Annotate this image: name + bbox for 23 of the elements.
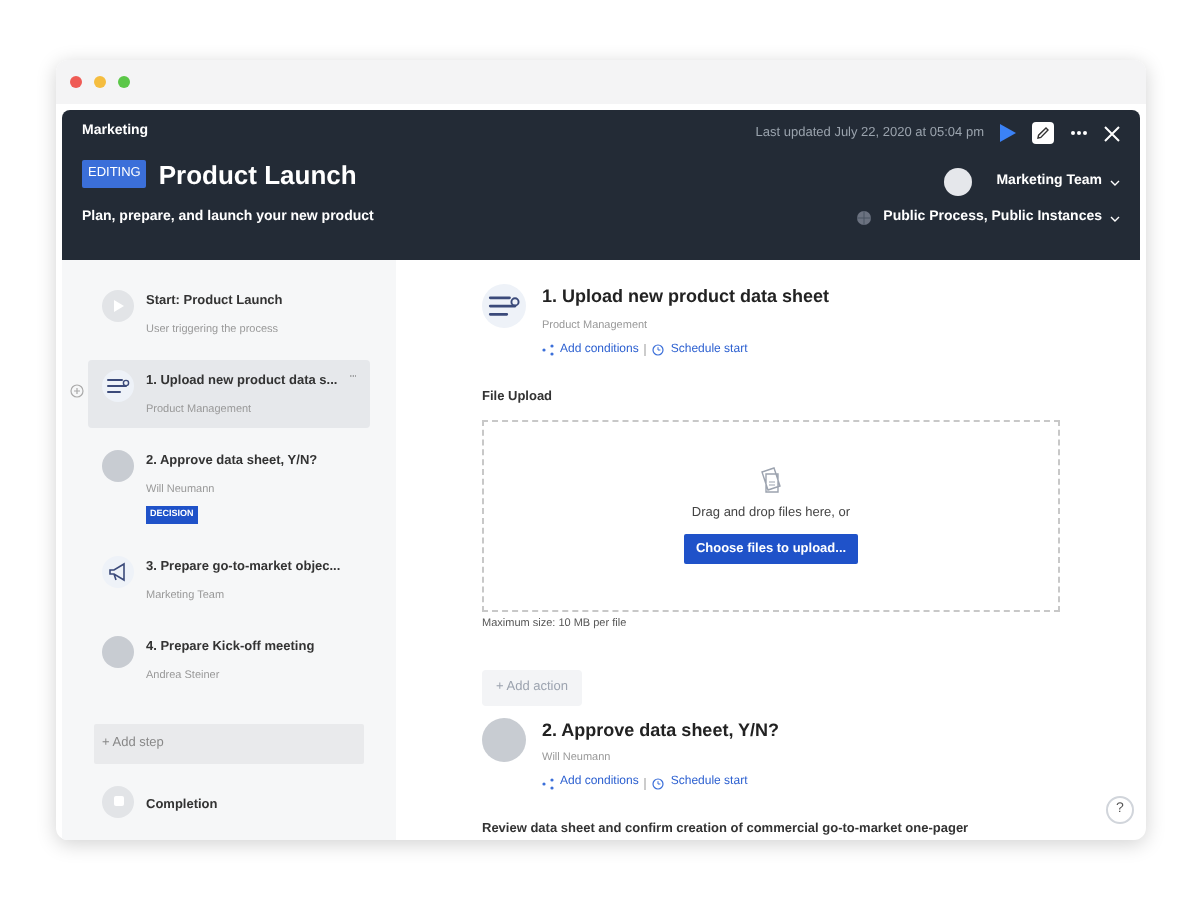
branch-icon: [542, 777, 554, 790]
clock-icon: [652, 344, 665, 357]
close-icon[interactable]: [1104, 125, 1120, 141]
document-icon: [759, 465, 783, 494]
globe-icon: [855, 210, 872, 227]
more-icon[interactable]: [1070, 130, 1088, 136]
add-circle-icon[interactable]: [70, 384, 84, 398]
clock-icon: [652, 777, 665, 790]
step-heading: 2. Approve data sheet, Y/N?: [542, 717, 780, 744]
avatar-icon: [944, 168, 973, 196]
branch-icon: [542, 344, 554, 357]
caret-icon: [1110, 179, 1120, 185]
avatar-photo: [102, 635, 134, 668]
megaphone-icon: [102, 555, 134, 588]
task-icon: [102, 370, 134, 402]
avatar-photo: [482, 717, 526, 761]
task-icon: [482, 284, 526, 328]
step-heading: 1. Upload new product data sheet: [542, 284, 830, 310]
edit-button[interactable]: [1032, 122, 1054, 144]
process-title: Product Launch: [158, 157, 357, 193]
avatar-photo: [102, 450, 134, 482]
play-icon[interactable]: [1000, 124, 1016, 142]
caret-icon: [1110, 215, 1120, 222]
